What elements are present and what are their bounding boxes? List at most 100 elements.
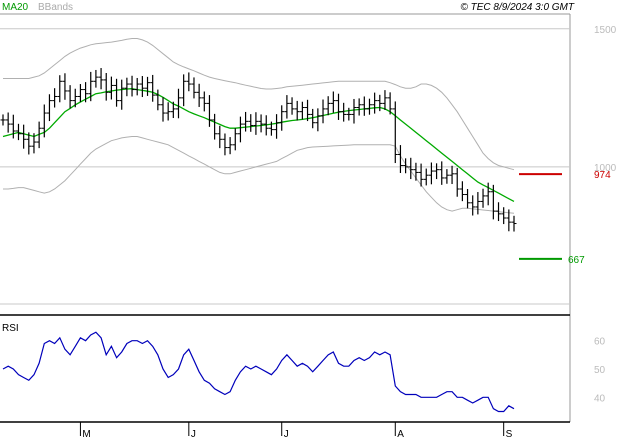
rsi-label: RSI (2, 323, 19, 334)
ohlc-bar (114, 78, 120, 107)
ohlc-bar (93, 69, 99, 88)
x-tick-label-2: J (284, 429, 289, 440)
ohlc-bar (361, 96, 367, 116)
ohlc-bar (212, 113, 218, 140)
rsi-y-tick-2: 40 (594, 393, 606, 404)
price-gridlines (0, 28, 570, 305)
ohlc-bar (511, 215, 517, 232)
ohlc-bar (15, 123, 21, 141)
rsi-line-group (2, 331, 515, 413)
ohlc-bar (423, 168, 429, 186)
price-y-tick-0: 1500 (594, 25, 617, 36)
ohlc-bar (294, 100, 300, 121)
ohlc-bar (21, 124, 27, 149)
ohlc-bar (52, 88, 58, 108)
ohlc-bar (77, 84, 83, 102)
chart-canvas: 974667 1500 1000 60 50 40 M J J A S MA20 BBands… (0, 2, 617, 440)
ohlc-bar (299, 101, 305, 120)
ohlc-bar (232, 128, 238, 151)
bbands-lower-line (3, 136, 515, 214)
rsi-y-tick-0: 60 (594, 337, 606, 348)
ohlc-bar (465, 189, 471, 209)
price-y-ticks: 1500 1000 (594, 25, 617, 174)
ohlc-bar (325, 96, 331, 116)
ohlc-bar (470, 195, 476, 216)
x-tick-label-3: A (397, 429, 404, 440)
legend-ma20: MA20 (2, 2, 29, 13)
ohlc-bar (444, 169, 450, 184)
ohlc-bar (145, 76, 151, 96)
ohlc-bar (139, 76, 145, 98)
ohlc-bar (175, 88, 181, 119)
ohlc-bar (336, 93, 342, 120)
ohlc-bar (5, 112, 11, 133)
ohlc-bar (160, 97, 166, 122)
ohlc-bar (0, 114, 6, 126)
ohlc-bar (330, 91, 336, 113)
ohlc-bar (206, 95, 212, 127)
ma20-line (2, 88, 515, 202)
ma20-line-group (2, 88, 515, 202)
ohlc-bar (222, 133, 228, 156)
ohlc-bar (83, 82, 89, 103)
ohlc-bar (413, 162, 419, 181)
x-tick-label-0: M (82, 429, 90, 440)
ohlc-bar (108, 76, 114, 100)
legend-bbands: BBands (38, 2, 73, 13)
ohlc-bar (480, 188, 486, 208)
ohlc-bar (428, 162, 434, 185)
ohlc-bar (129, 75, 135, 97)
ohlc-bar (227, 137, 233, 155)
level-lines: 974667 (519, 170, 611, 266)
ohlc-bar (62, 73, 68, 100)
ohlc-bar (196, 83, 202, 107)
ohlc-bar (253, 112, 259, 135)
ohlc-bar (439, 161, 445, 185)
ohlc-bar (217, 125, 223, 149)
ohlc-bar (366, 98, 372, 115)
ohlc-bar (237, 116, 243, 143)
ohlc-bar (382, 90, 388, 111)
ohlc-bar (191, 77, 197, 99)
ohlc-bar (243, 111, 249, 132)
x-ticks: MJJAS (79, 422, 513, 440)
x-tick-label-4: S (506, 429, 513, 440)
ohlc-bar (57, 75, 63, 103)
rsi-line (2, 331, 515, 413)
ohlc-bar (103, 73, 109, 101)
ohlc-bar (475, 192, 481, 215)
ohlc-bar (289, 97, 295, 115)
level-label-1: 667 (568, 255, 585, 266)
price-y-tick-1: 1000 (594, 163, 617, 174)
ohlc-bar (449, 165, 455, 185)
ohlc-bars (0, 68, 517, 232)
ohlc-bar (501, 207, 507, 225)
header-credit: © TEC 8/9/2024 3:0 GMT (460, 2, 574, 13)
ohlc-bar (119, 79, 125, 110)
ohlc-bar (258, 114, 264, 133)
ohlc-bar (124, 77, 130, 97)
ohlc-bar (320, 99, 326, 124)
ohlc-bar (98, 68, 104, 90)
ohlc-bar (201, 91, 207, 112)
ohlc-bar (284, 95, 290, 119)
ohlc-bar (372, 92, 378, 114)
ohlc-bar (67, 85, 73, 109)
ohlc-bar (134, 77, 140, 96)
ohlc-bar (459, 181, 465, 202)
x-tick-label-1: J (191, 429, 196, 440)
ohlc-bar (248, 114, 254, 132)
ohlc-bar (150, 74, 156, 102)
rsi-y-tick-1: 50 (594, 365, 606, 376)
ohlc-bar (186, 72, 192, 92)
ohlc-bar (46, 94, 52, 122)
ohlc-bar (377, 94, 383, 112)
ohlc-bar (155, 89, 161, 111)
ohlc-bar (279, 105, 285, 131)
rsi-y-ticks: 60 50 40 (594, 337, 606, 405)
ohlc-bar (165, 102, 171, 121)
ohlc-bar (181, 74, 187, 107)
ohlc-bar (315, 108, 321, 132)
ohlc-bar (346, 107, 352, 121)
ohlc-bar (434, 163, 440, 180)
